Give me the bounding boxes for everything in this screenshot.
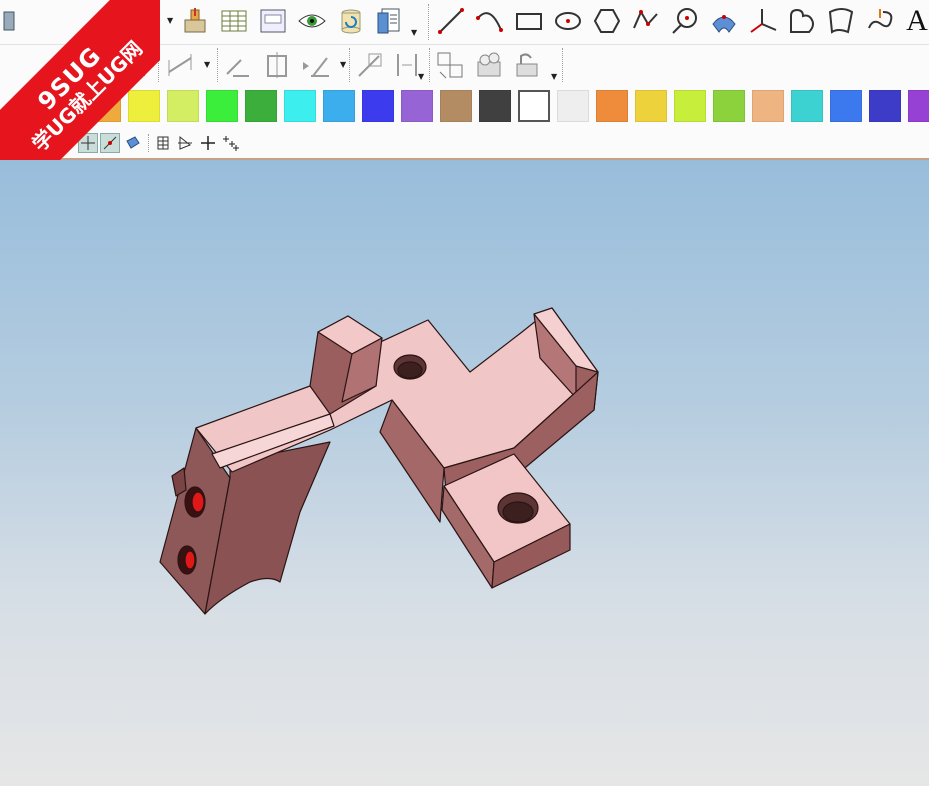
selection-filter-icon[interactable] [175, 133, 195, 153]
color-swatch[interactable] [557, 90, 589, 122]
toolbar-separator [349, 48, 350, 82]
color-swatch[interactable] [479, 90, 511, 122]
toolbar-separator [562, 48, 563, 82]
document-properties-icon[interactable] [373, 4, 407, 38]
color-swatch[interactable] [401, 90, 433, 122]
text-tool-icon[interactable]: A [900, 4, 929, 38]
color-swatch[interactable] [830, 90, 862, 122]
bounded-plane-icon[interactable] [824, 4, 858, 38]
chevron-down-icon[interactable]: ▼ [204, 60, 210, 69]
datum-csys-icon[interactable] [746, 4, 780, 38]
rectangle-icon[interactable] [512, 4, 546, 38]
frame-icon[interactable] [256, 4, 290, 38]
color-swatch[interactable] [323, 90, 355, 122]
toolbar-separator [217, 48, 218, 82]
logo-band: 9SUG 学UG就上UG网 [0, 0, 160, 160]
color-swatch[interactable] [206, 90, 238, 122]
chevron-down-icon[interactable]: ▼ [167, 16, 173, 25]
color-swatch[interactable] [518, 90, 550, 122]
color-swatch[interactable] [908, 90, 929, 122]
polygon-icon[interactable] [590, 4, 624, 38]
3d-model-part[interactable] [0, 160, 929, 786]
studio-spline-icon[interactable] [629, 4, 663, 38]
chevron-down-icon[interactable]: ▼ [418, 72, 424, 81]
logo-ribbon: 9SUG 学UG就上UG网 [0, 0, 160, 160]
helix-icon[interactable] [863, 4, 897, 38]
cylinder-refresh-icon[interactable] [334, 4, 368, 38]
color-swatch[interactable] [752, 90, 784, 122]
pattern-icon[interactable] [472, 48, 506, 82]
arc-icon[interactable] [473, 4, 507, 38]
circle-point-icon[interactable] [668, 4, 702, 38]
color-swatch[interactable] [440, 90, 472, 122]
toolbar-separator [429, 48, 430, 82]
chamfer-icon[interactable] [178, 4, 212, 38]
color-swatch[interactable] [284, 90, 316, 122]
line-icon[interactable] [434, 4, 468, 38]
toolbar-separator [428, 4, 429, 40]
color-swatch[interactable] [362, 90, 394, 122]
crosshair-icon[interactable] [198, 133, 218, 153]
fillet-curve-icon[interactable] [707, 4, 741, 38]
hatch-table-icon[interactable] [217, 4, 251, 38]
ellipse-icon[interactable] [551, 4, 585, 38]
color-swatch[interactable] [713, 90, 745, 122]
parallel-constraint-icon[interactable] [221, 48, 255, 82]
chevron-down-icon[interactable]: ▼ [340, 60, 346, 69]
color-swatch[interactable] [869, 90, 901, 122]
mirror-icon[interactable] [433, 48, 467, 82]
color-swatch[interactable] [791, 90, 823, 122]
split-icon[interactable] [260, 48, 294, 82]
layout-icon[interactable] [353, 48, 387, 82]
color-swatch[interactable] [167, 90, 199, 122]
color-swatch[interactable] [596, 90, 628, 122]
chevron-down-icon[interactable]: ▼ [411, 28, 417, 37]
transform-icon[interactable] [511, 48, 545, 82]
view-eye-icon[interactable] [295, 4, 329, 38]
angular-constraint-icon[interactable] [299, 48, 333, 82]
graphics-viewport[interactable] [0, 158, 929, 786]
snap-points-icon[interactable] [221, 133, 241, 153]
color-swatch[interactable] [245, 90, 277, 122]
color-swatch[interactable] [635, 90, 667, 122]
chain-curve-icon[interactable] [785, 4, 819, 38]
color-swatch[interactable] [674, 90, 706, 122]
chevron-down-icon[interactable]: ▼ [551, 72, 557, 81]
dimension-icon[interactable] [163, 48, 197, 82]
